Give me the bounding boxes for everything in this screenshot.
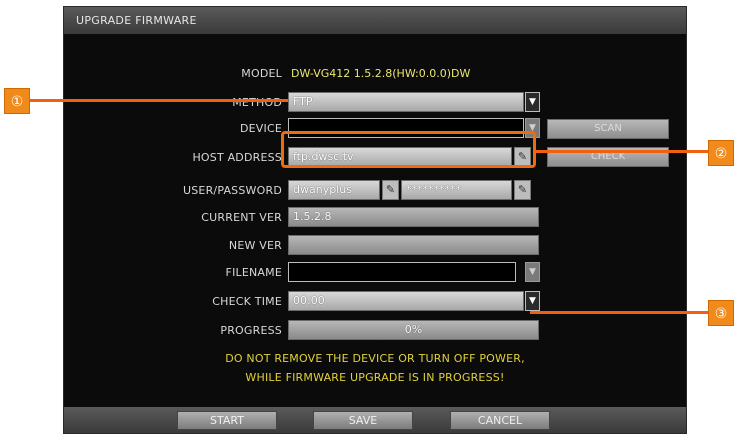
model-label: MODEL — [241, 67, 282, 80]
warning-line-1: DO NOT REMOVE THE DEVICE OR TURN OFF POW… — [225, 352, 525, 365]
callout-badge-2: ② — [708, 140, 734, 166]
user-password-label: USER/PASSWORD — [182, 184, 282, 197]
user-edit-button[interactable]: ✎ — [382, 180, 399, 200]
model-row: MODEL DW-VG412 1.5.2.8(HW:0.0.0)DW — [64, 63, 686, 85]
model-value: DW-VG412 1.5.2.8(HW:0.0.0)DW — [291, 67, 471, 80]
save-button[interactable]: SAVE — [313, 411, 413, 430]
scan-button[interactable]: SCAN — [547, 119, 669, 139]
callout-badge-1: ① — [4, 88, 30, 114]
device-label: DEVICE — [239, 122, 282, 135]
callout-badge-3: ③ — [708, 300, 734, 326]
dialog-title: UPGRADE FIRMWARE — [64, 7, 686, 34]
progress-row: PROGRESS 0% — [64, 320, 686, 342]
current-ver-field: 1.5.2.8 — [288, 207, 539, 227]
manual-figure: UPGRADE FIRMWARE MODEL DW-VG412 1.5.2.8(… — [0, 0, 738, 436]
new-ver-label: NEW VER — [228, 239, 282, 252]
host-address-label: HOST ADDRESS — [192, 151, 282, 164]
filename-label: FILENAME — [225, 266, 282, 279]
start-button[interactable]: START — [177, 411, 277, 430]
chevron-down-icon: ▼ — [529, 97, 536, 107]
password-input[interactable]: ********** — [401, 180, 512, 200]
password-edit-button[interactable]: ✎ — [514, 180, 531, 200]
user-input[interactable]: dwanyplus — [288, 180, 380, 200]
cancel-button[interactable]: CANCEL — [450, 411, 550, 430]
progress-text: 0% — [404, 323, 423, 336]
new-ver-field — [288, 235, 539, 255]
callout-highlight-2 — [281, 131, 536, 168]
chevron-down-icon: ▼ — [529, 296, 536, 306]
progress-bar: 0% — [288, 320, 539, 340]
method-row: METHOD FTP ▼ — [64, 92, 686, 114]
check-time-dropdown-button[interactable]: ▼ — [525, 291, 540, 311]
method-dropdown-button[interactable]: ▼ — [525, 92, 540, 112]
user-password-row: USER/PASSWORD dwanyplus ✎ ********** ✎ — [64, 180, 686, 202]
progress-label: PROGRESS — [220, 324, 282, 337]
button-bar: START SAVE CANCEL — [64, 407, 686, 433]
callout-line-3 — [530, 311, 708, 314]
edit-pencil-icon: ✎ — [385, 183, 396, 196]
firmware-upgrade-dialog: UPGRADE FIRMWARE MODEL DW-VG412 1.5.2.8(… — [63, 6, 687, 434]
edit-pencil-icon: ✎ — [517, 183, 528, 196]
callout-line-1 — [30, 99, 288, 102]
current-ver-label: CURRENT VER — [201, 211, 282, 224]
filename-row: FILENAME ▼ — [64, 262, 686, 284]
current-ver-row: CURRENT VER 1.5.2.8 — [64, 207, 686, 229]
check-time-row: CHECK TIME 00:00 ▼ — [64, 291, 686, 313]
new-ver-row: NEW VER — [64, 235, 686, 257]
check-time-select[interactable]: 00:00 — [288, 291, 524, 311]
filename-field[interactable] — [288, 262, 516, 282]
method-label: METHOD — [232, 96, 282, 109]
warning-line-2: WHILE FIRMWARE UPGRADE IS IN PROGRESS! — [245, 371, 505, 384]
chevron-down-icon: ▼ — [529, 267, 536, 277]
callout-line-2 — [536, 150, 708, 153]
method-select[interactable]: FTP — [288, 92, 524, 112]
check-time-label: CHECK TIME — [212, 295, 282, 308]
filename-dropdown-button[interactable]: ▼ — [525, 262, 540, 282]
